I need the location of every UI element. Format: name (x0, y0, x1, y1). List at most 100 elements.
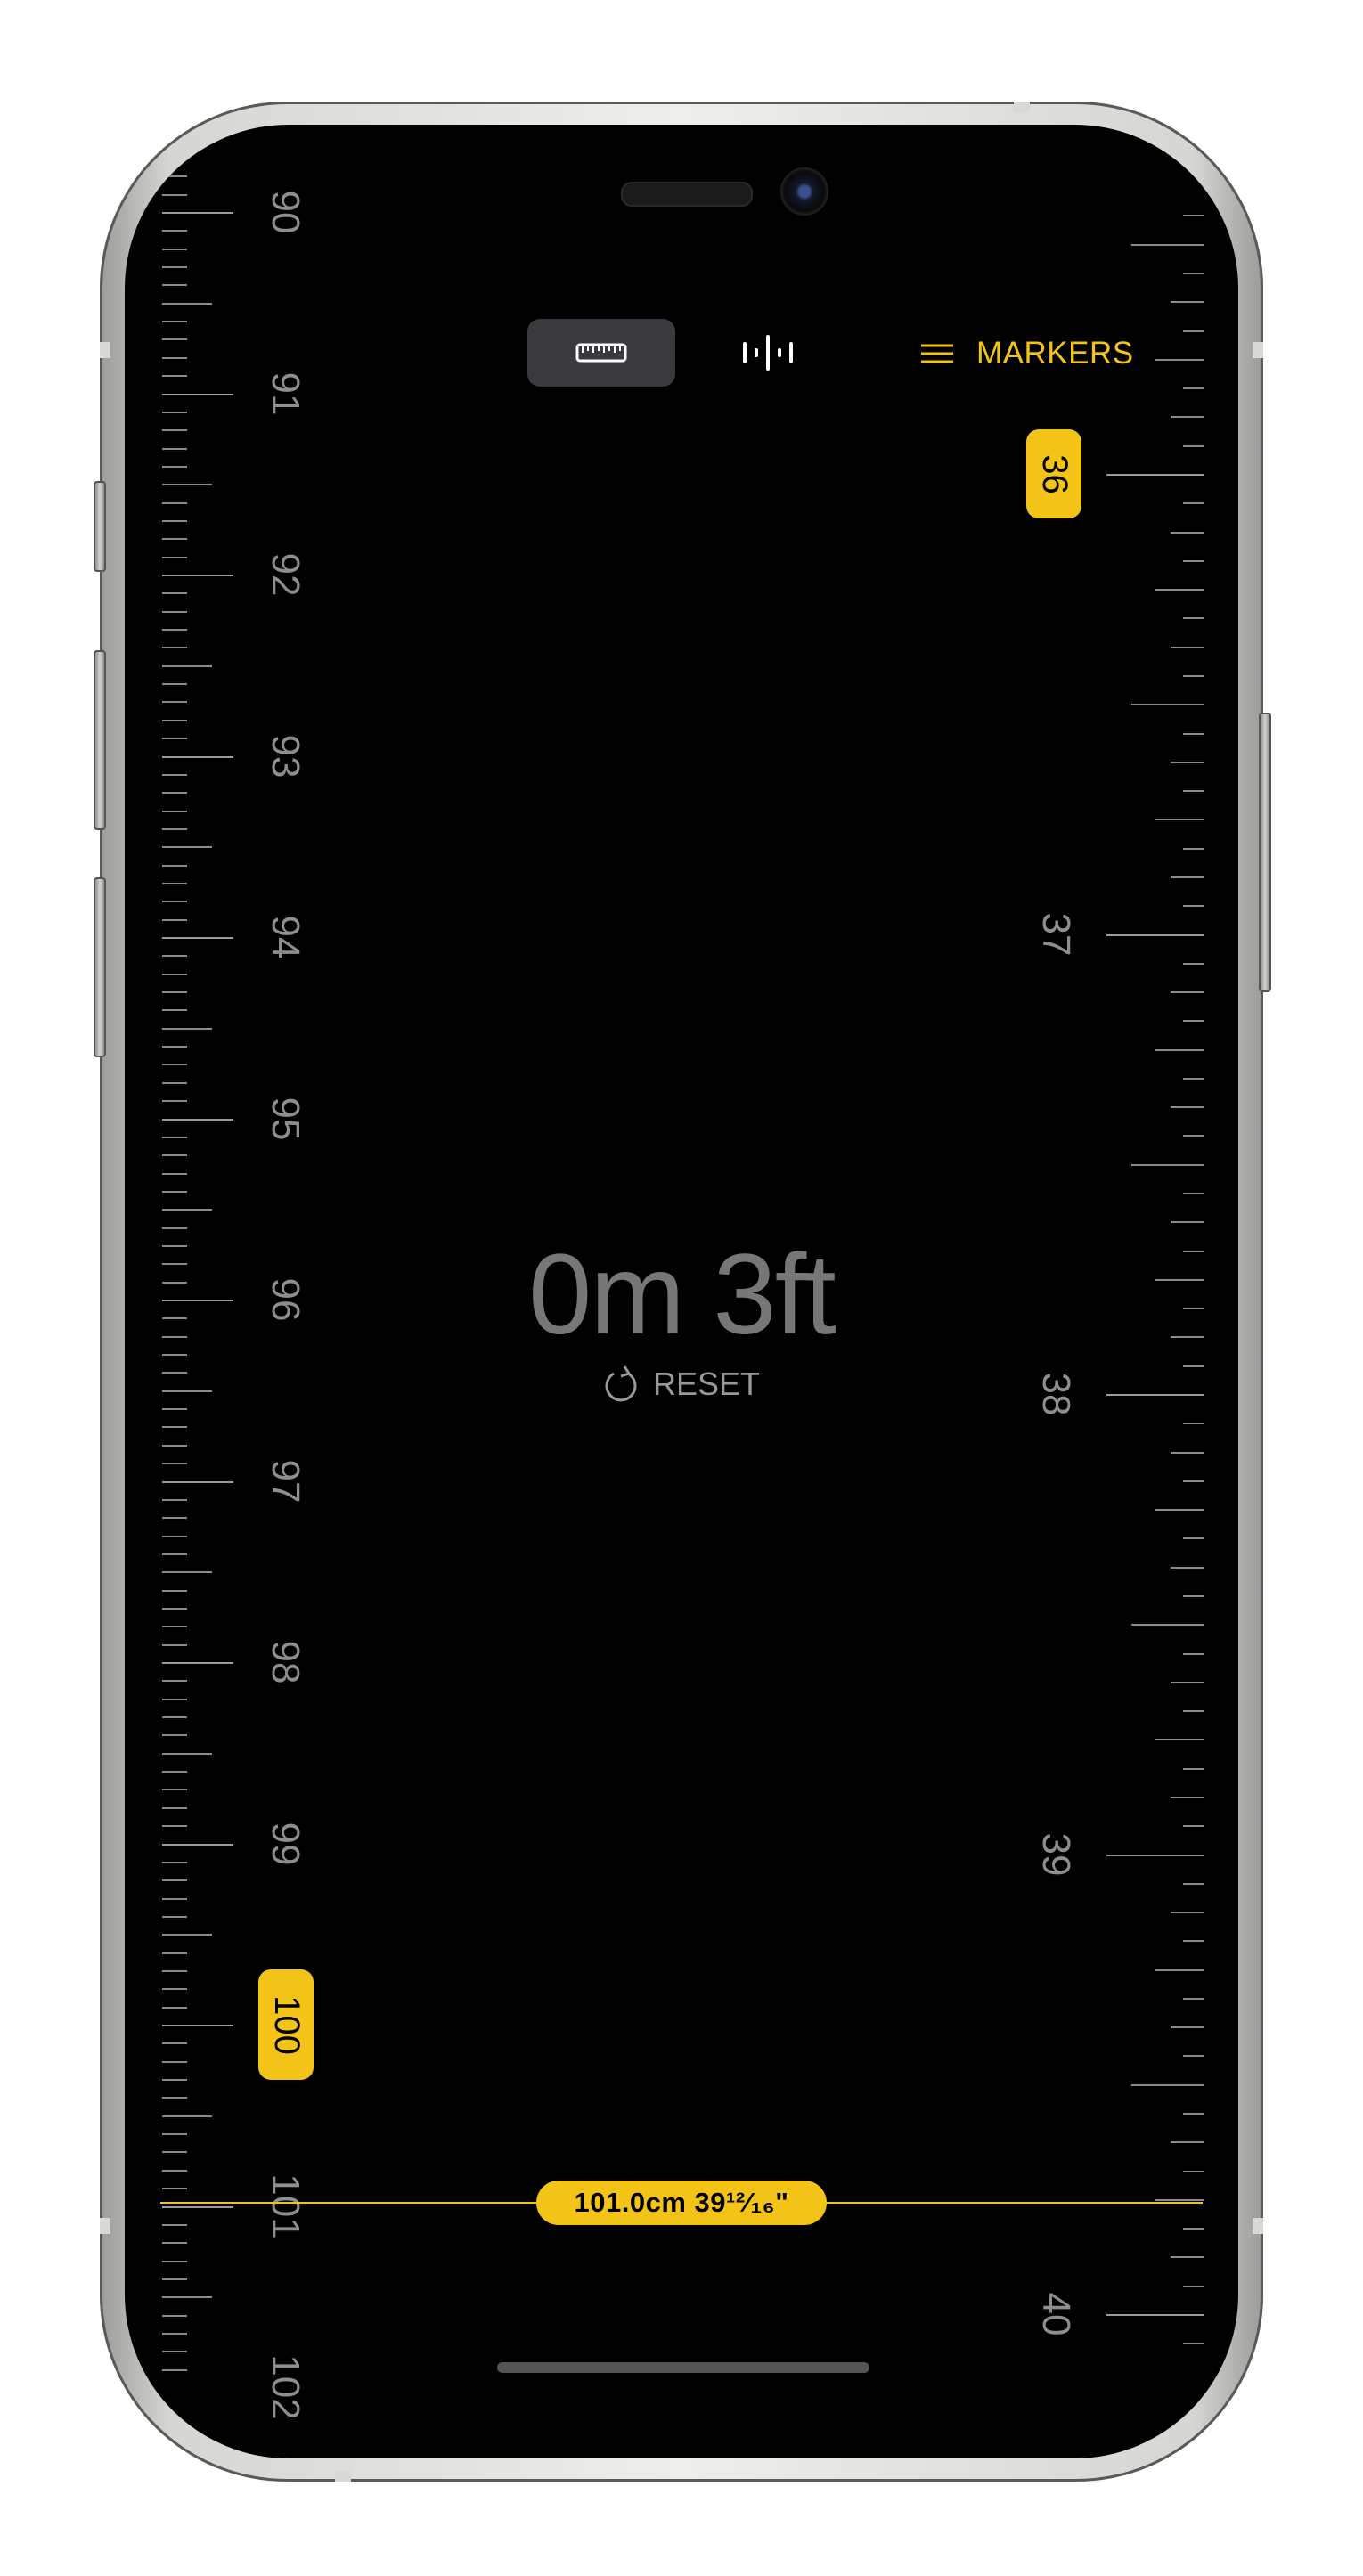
cm-tick (162, 1662, 233, 1664)
cm-tick (162, 230, 187, 232)
inch-tick (1171, 1221, 1204, 1224)
earpiece-speaker (621, 182, 753, 207)
cm-tick (162, 1988, 187, 1991)
cm-tick (162, 901, 187, 903)
inch-tick (1106, 1854, 1204, 1856)
inch-tick (1183, 1767, 1204, 1770)
cm-tick (162, 1190, 187, 1193)
cm-tick (162, 1934, 212, 1936)
list-icon (921, 344, 953, 363)
inch-tick (1183, 273, 1204, 275)
cm-tick (162, 1444, 187, 1447)
inch-tick (1155, 358, 1204, 361)
reset-button[interactable]: RESET (601, 1363, 760, 1406)
inch-highlight-label: 36 (1034, 453, 1074, 494)
inch-tick (1171, 991, 1204, 994)
inch-tick (1183, 444, 1204, 447)
cm-tick (162, 2223, 187, 2226)
cm-tick (162, 2332, 187, 2335)
cm-tick (162, 2314, 187, 2317)
antenna-band (100, 2218, 110, 2234)
cm-tick (162, 484, 212, 486)
inch-tick (1183, 732, 1204, 735)
waveform-icon (743, 335, 793, 371)
screen: MARKERS 90 91 92 93 94 95 96 97 98 99 100 101 102 36… (125, 125, 1238, 2458)
inch-tick (1183, 2055, 1204, 2058)
inch-tick (1171, 1451, 1204, 1454)
inch-tick (1183, 1537, 1204, 1540)
cm-label: 95 (264, 1096, 307, 1140)
cm-tick (162, 1498, 187, 1501)
cm-tick (162, 2006, 187, 2009)
cm-tick (162, 1027, 212, 1030)
cm-tick (162, 429, 187, 432)
cm-tick (162, 2296, 212, 2299)
cm-tick (162, 973, 187, 975)
cm-tick (162, 2351, 187, 2353)
distance-readout: 0m 3ft (528, 1231, 837, 1358)
cm-tick (162, 755, 233, 758)
cm-tick (162, 2133, 187, 2136)
home-indicator[interactable] (497, 2362, 869, 2373)
level-mode-button[interactable] (730, 319, 802, 387)
inch-tick (1183, 2285, 1204, 2287)
cm-tick (162, 629, 187, 632)
inch-tick (1171, 2141, 1204, 2144)
inch-tick (1183, 617, 1204, 620)
cm-tick (162, 2205, 233, 2208)
inch-tick (1183, 330, 1204, 332)
cm-tick (162, 411, 187, 413)
ruler-icon (575, 343, 627, 363)
inch-tick (1183, 559, 1204, 562)
inch-tick (1183, 2228, 1204, 2230)
cm-tick (162, 2079, 187, 2082)
inch-tick (1106, 1394, 1204, 1396)
cm-tick (162, 356, 187, 359)
cm-tick (162, 248, 187, 250)
cm-label: 99 (264, 1822, 307, 1865)
inch-tick (1131, 1163, 1204, 1166)
cm-tick (162, 610, 187, 613)
cm-tick (162, 375, 187, 378)
cm-tick (162, 2151, 187, 2154)
cm-tick (162, 792, 187, 795)
cm-tick (162, 955, 187, 958)
inch-highlight-badge: 36 (1026, 429, 1081, 518)
cm-tick (162, 193, 187, 196)
inch-tick (1183, 2113, 1204, 2115)
cm-tick (162, 321, 187, 323)
power-button (1259, 713, 1271, 992)
inch-tick (1131, 243, 1204, 246)
cm-tick (162, 266, 187, 269)
inch-tick (1155, 1969, 1204, 1971)
cm-tick (162, 2042, 187, 2045)
cm-tick (162, 1861, 187, 1863)
cm-tick (162, 1825, 187, 1828)
cm-tick (162, 302, 212, 305)
inch-tick (1155, 589, 1204, 591)
inch-label: 40 (1034, 2292, 1078, 2336)
cm-tick (162, 1589, 187, 1592)
inch-tick (1183, 1423, 1204, 1425)
inch-tick (1171, 2256, 1204, 2259)
inch-tick (1183, 1077, 1204, 1080)
cm-tick (162, 1734, 187, 1737)
cm-label: 92 (264, 552, 307, 597)
cm-tick (162, 1626, 187, 1628)
cm-tick (162, 1915, 187, 1918)
inch-tick (1183, 1710, 1204, 1713)
inch-label: 38 (1034, 1372, 1078, 1416)
ruler-mode-button[interactable] (527, 319, 675, 387)
cm-tick (162, 1969, 187, 1972)
inch-tick (1183, 674, 1204, 677)
cm-tick (162, 2060, 187, 2063)
cm-tick (162, 2278, 187, 2280)
inch-tick (1171, 301, 1204, 304)
cm-tick (162, 937, 233, 939)
inch-tick (1183, 1365, 1204, 1367)
cm-label: 93 (264, 734, 307, 778)
markers-button[interactable]: MARKERS (919, 331, 1134, 376)
cm-tick (162, 719, 187, 721)
cm-tick (162, 1607, 187, 1610)
cm-tick (162, 556, 187, 558)
